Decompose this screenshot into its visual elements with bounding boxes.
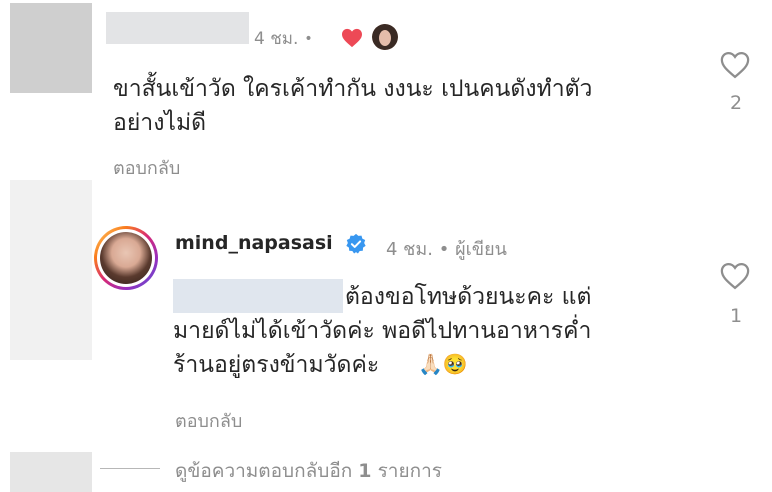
meta-separator: •: [438, 239, 450, 260]
redacted-avatar: [10, 452, 92, 492]
verified-badge-icon: [346, 233, 366, 254]
like-count: 1: [729, 305, 743, 327]
username[interactable]: mind_napasasi: [175, 232, 333, 254]
heart-outline-icon[interactable]: [720, 51, 750, 79]
thread-line: [100, 468, 160, 469]
comment-time: 4 ชม.: [386, 239, 433, 260]
profile-photo: [100, 232, 152, 284]
reply-text: มายด์ไม่ได้เข้าวัดค่ะ พอดีไปทานอาหารค่ำ …: [173, 318, 592, 378]
redacted-username: [106, 12, 249, 44]
comment-time: 4 ชม.: [254, 29, 299, 49]
reply-button[interactable]: ตอบกลับ: [113, 153, 180, 182]
redacted-avatar: [10, 3, 92, 93]
meta-separator: •: [304, 30, 313, 47]
heart-outline-icon[interactable]: [720, 262, 750, 290]
author-label: ผู้เขียน: [455, 239, 507, 260]
creator-liked-heart-icon: [342, 28, 362, 48]
reply-button[interactable]: ตอบกลับ: [175, 406, 242, 435]
reply-text-line-1: ต้องขอโทษด้วยนะคะ แต่: [345, 284, 592, 310]
creator-mini-avatar: [372, 24, 398, 50]
view-more-replies-button[interactable]: ดูข้อความตอบกลับอีก 1 รายการ: [175, 456, 442, 486]
avatar[interactable]: [94, 226, 158, 290]
comment-meta: 4 ชม. • ผู้เขียน: [386, 234, 507, 263]
emoji: 🙏🏻🥹: [418, 352, 468, 376]
redacted-mention: [173, 279, 343, 313]
comment-meta: 4 ชม. •: [254, 25, 313, 52]
comment-text: ขาสั้นเข้าวัด ใครเค้าทำกัน งงนะ เปนคนดัง…: [113, 76, 593, 136]
thread-indent: [10, 180, 92, 360]
like-count: 2: [729, 92, 743, 114]
